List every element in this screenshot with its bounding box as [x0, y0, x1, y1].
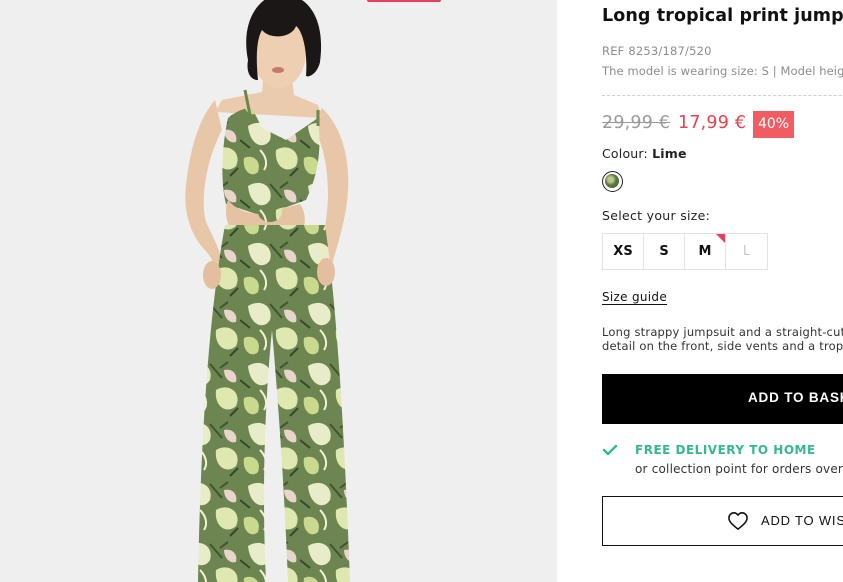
model-info: The model is wearing size: S | Model hei…: [602, 64, 843, 78]
product-title: Long tropical print jumpsuit: [602, 6, 843, 26]
product-details: Long tropical print jumpsuit REF 8253/18…: [602, 0, 843, 582]
colour-info: Colour: Lime: [602, 146, 687, 161]
product-ref: REF 8253/187/520: [602, 44, 712, 58]
original-price: 29,99 €: [602, 113, 671, 133]
description-line: detail on the front, side vents and a tr…: [602, 339, 843, 353]
size-option-l: L: [742, 244, 751, 259]
add-to-basket-button[interactable]: ADD TO BASK: [602, 374, 843, 424]
description-line: Long strappy jumpsuit and a straight-cut…: [602, 325, 843, 339]
low-stock-marker: [716, 234, 725, 243]
sale-price: 17,99 €: [678, 113, 747, 133]
add-to-wishlist-button[interactable]: ADD TO WISH: [602, 496, 843, 546]
swatch-fill: [605, 174, 619, 188]
colour-swatch-lime[interactable]: [602, 171, 623, 192]
colour-label: Colour:: [602, 146, 653, 161]
product-image[interactable]: [0, 0, 557, 582]
divider: [602, 95, 843, 96]
colour-value: Lime: [652, 146, 687, 161]
size-selector: XS S M L: [602, 233, 768, 270]
add-to-basket-label: ADD TO BASK: [748, 390, 843, 405]
model-illustration: [185, 0, 350, 582]
delivery-title: FREE DELIVERY TO HOME: [635, 443, 816, 457]
size-option-xs[interactable]: XS: [603, 234, 644, 269]
add-to-wishlist-label: ADD TO WISH: [761, 513, 843, 528]
check-icon: [602, 444, 618, 456]
heart-icon: [728, 512, 748, 530]
delivery-subtitle: or collection point for orders over: [635, 462, 843, 476]
product-description: Long strappy jumpsuit and a straight-cut…: [602, 325, 843, 353]
size-option-s[interactable]: S: [644, 234, 685, 269]
size-label: Select your size:: [602, 208, 711, 223]
size-guide-link[interactable]: Size guide: [602, 290, 667, 304]
size-option-m-label: M: [698, 244, 712, 259]
discount-badge: 40%: [753, 111, 794, 138]
size-option-m[interactable]: M: [685, 234, 726, 269]
